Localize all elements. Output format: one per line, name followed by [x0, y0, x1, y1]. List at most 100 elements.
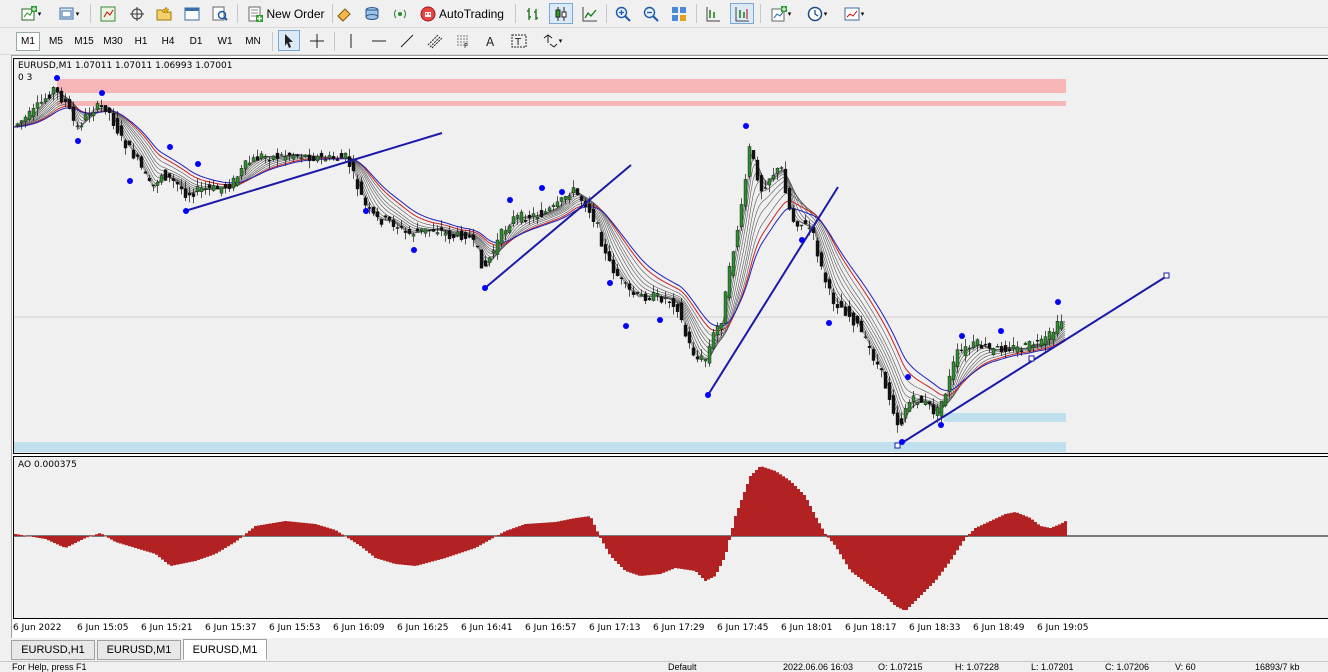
ao-bar	[803, 495, 806, 536]
tab-eurusd-m1[interactable]: EURUSD,M1	[97, 640, 181, 660]
periods-button[interactable]: ▾	[802, 3, 832, 24]
ao-bar	[59, 536, 62, 546]
templates-button[interactable]: ▾	[838, 3, 870, 24]
ao-bar	[377, 536, 380, 559]
candle-body	[495, 239, 500, 255]
market-watch-button[interactable]	[97, 3, 119, 24]
ao-bar	[746, 484, 749, 536]
equidistant-channel-icon	[427, 34, 443, 48]
chart-shift-icon	[706, 6, 720, 21]
ao-bar	[287, 521, 290, 536]
strategy-tester-button[interactable]	[209, 3, 231, 24]
text-label-button[interactable]: T	[508, 30, 530, 51]
ao-bar	[674, 536, 677, 568]
text-label-icon: T	[511, 34, 527, 48]
text-tool-button[interactable]: A	[480, 30, 502, 51]
candle-body	[599, 232, 604, 247]
new-chart-button[interactable]: ▾	[16, 3, 46, 24]
ao-bar	[44, 536, 47, 539]
ao-bar	[443, 536, 446, 559]
fractal-dot	[623, 323, 629, 329]
ao-bar	[611, 536, 614, 558]
ao-bar	[1019, 514, 1022, 536]
price-chart-pane[interactable]: EURUSD,M1 1.07011 1.07011 1.06993 1.0700…	[13, 58, 1328, 454]
ao-bar	[407, 536, 410, 566]
timeframe-m5[interactable]: M5	[44, 32, 68, 51]
timeframe-h4[interactable]: H4	[157, 32, 179, 51]
timeframe-d1[interactable]: D1	[185, 32, 207, 51]
candle-body	[955, 349, 960, 368]
ao-bar	[596, 531, 599, 536]
ao-bar	[983, 523, 986, 536]
zoom-out-button[interactable]	[640, 3, 662, 24]
indicators-button[interactable]: ▾	[765, 3, 797, 24]
candle-body	[735, 229, 740, 248]
ao-bar	[272, 523, 275, 536]
timeframe-w1[interactable]: W1	[213, 32, 237, 51]
ao-bar	[77, 536, 80, 542]
scroll-chart-button[interactable]	[702, 3, 724, 24]
signals-button[interactable]	[389, 3, 411, 24]
candle-body	[807, 227, 812, 230]
candle-body	[1003, 345, 1008, 352]
horizontal-line-button[interactable]	[368, 30, 390, 51]
auto-scroll-button[interactable]	[730, 3, 754, 24]
market-button[interactable]	[361, 3, 383, 24]
channel-button[interactable]	[424, 30, 446, 51]
ao-bar	[359, 536, 362, 546]
time-tick-label: 6 Jun 16:41	[461, 623, 513, 633]
candle-body	[823, 272, 828, 283]
ao-bar	[497, 535, 500, 536]
bar-chart-button[interactable]	[522, 3, 544, 24]
data-window-button[interactable]	[126, 3, 148, 24]
vertical-line-button[interactable]	[340, 30, 362, 51]
meta-editor-button[interactable]	[333, 3, 355, 24]
awesome-oscillator-pane[interactable]: AO 0.000375	[13, 456, 1328, 619]
navigator-button[interactable]	[153, 3, 175, 24]
ao-bar	[620, 536, 623, 567]
arrows-button[interactable]: ▾	[536, 30, 568, 51]
ao-bar	[365, 536, 368, 551]
tab-eurusd-m1-active[interactable]: EURUSD,M1	[183, 639, 267, 660]
tab-eurusd-h1[interactable]: EURUSD,H1	[11, 640, 95, 660]
ao-bar	[101, 534, 104, 536]
tile-windows-button[interactable]	[668, 3, 690, 24]
timeframe-mn[interactable]: MN	[240, 32, 266, 51]
fibonacci-button[interactable]: F	[452, 30, 474, 51]
candle-body	[943, 393, 948, 406]
candle-body	[451, 234, 456, 239]
candle-body	[23, 116, 28, 122]
trendline-button[interactable]	[396, 30, 418, 51]
timeframe-m15[interactable]: M15	[72, 32, 96, 51]
zoom-in-button[interactable]	[612, 3, 634, 24]
ao-bar	[512, 528, 515, 536]
ao-bar	[224, 536, 227, 548]
timeframe-h1[interactable]: H1	[130, 32, 152, 51]
new-order-button[interactable]: New Order	[243, 3, 329, 24]
autotrading-button[interactable]: AutoTrading	[415, 3, 509, 24]
profiles-button[interactable]: ▾	[54, 3, 84, 24]
timeframe-m1[interactable]: M1	[16, 32, 40, 51]
ao-bar	[962, 536, 965, 542]
line-chart-button[interactable]	[579, 3, 601, 24]
ao-bar	[809, 506, 812, 536]
cursor-tool-button[interactable]	[278, 30, 300, 51]
time-tick-label: 6 Jun 17:29	[653, 623, 705, 633]
ao-bar	[626, 536, 629, 572]
ao-bar	[491, 536, 494, 539]
ao-bar	[434, 536, 437, 561]
candle-body	[15, 123, 20, 126]
candle-body	[403, 230, 408, 233]
timeframe-m30[interactable]: M30	[100, 32, 126, 51]
terminal-button[interactable]	[181, 3, 203, 24]
ao-bar	[563, 520, 566, 536]
ao-bar	[257, 525, 260, 536]
ao-bar	[662, 536, 665, 573]
ao-bar	[698, 536, 701, 575]
candlestick-button[interactable]	[549, 3, 573, 24]
candle-body	[679, 302, 684, 321]
candle-body	[915, 402, 920, 405]
crosshair-tool-button[interactable]	[306, 30, 328, 51]
candle-body	[875, 361, 880, 365]
cursor-arrow-icon	[285, 33, 293, 48]
